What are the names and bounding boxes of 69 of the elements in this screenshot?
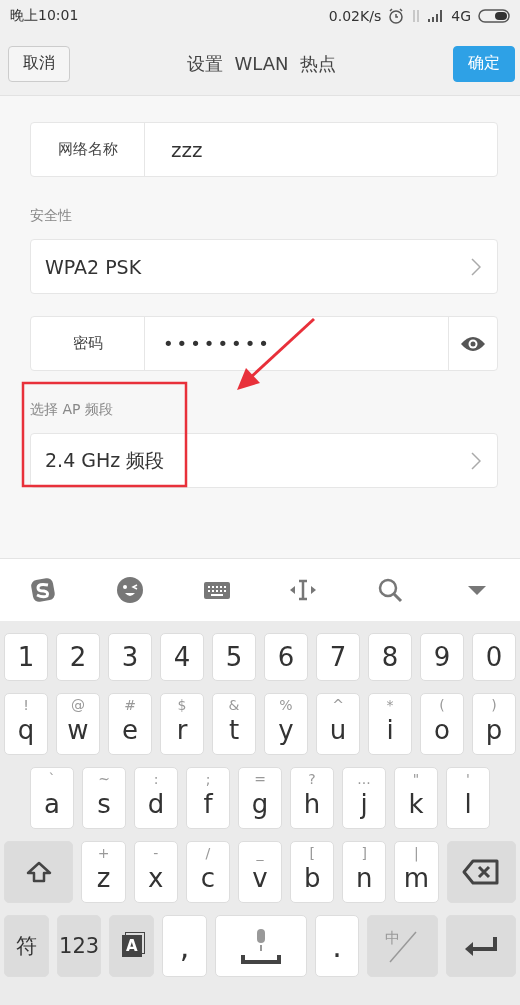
key[interactable]: 符 bbox=[4, 915, 49, 977]
signal-icon bbox=[428, 10, 445, 22]
key[interactable]: ~ s bbox=[82, 767, 126, 829]
key[interactable]: 7 bbox=[316, 633, 360, 681]
key[interactable]: 4 bbox=[160, 633, 204, 681]
key[interactable]: / c bbox=[185, 841, 230, 903]
key[interactable]: 6 bbox=[264, 633, 308, 681]
shift-key[interactable] bbox=[4, 841, 74, 903]
chevron-icon bbox=[471, 451, 481, 470]
space-key[interactable] bbox=[214, 915, 307, 977]
data-transfer-icon bbox=[411, 9, 422, 23]
shift-icon bbox=[24, 860, 53, 884]
key[interactable]: ` a bbox=[30, 767, 74, 829]
key[interactable]: ] n bbox=[342, 841, 387, 903]
key[interactable]: " k bbox=[394, 767, 438, 829]
section-label: 安全性 bbox=[30, 207, 73, 225]
key[interactable]: 2 bbox=[56, 633, 100, 681]
key[interactable]: 9 bbox=[420, 633, 464, 681]
text-field[interactable]: 网络名称 zzz bbox=[30, 122, 498, 177]
field-label: 网络名称 bbox=[31, 123, 145, 176]
key[interactable]: 8 bbox=[368, 633, 412, 681]
key[interactable]: + z bbox=[81, 841, 126, 903]
key[interactable]: - x bbox=[133, 841, 178, 903]
key[interactable]: : d bbox=[134, 767, 178, 829]
chevron-icon bbox=[471, 257, 481, 276]
alarm-icon bbox=[388, 8, 405, 24]
select-field[interactable]: WPA2 PSK bbox=[30, 239, 498, 294]
key[interactable]: 3 bbox=[108, 633, 152, 681]
page-title: 设置 WLAN 热点 bbox=[187, 51, 336, 76]
key[interactable]: ( o bbox=[420, 693, 464, 755]
key[interactable]: ... j bbox=[342, 767, 386, 829]
network-type: 4G bbox=[451, 8, 471, 24]
emoji-icon[interactable] bbox=[115, 575, 145, 605]
key[interactable]: ' l bbox=[446, 767, 490, 829]
key[interactable]: ? h bbox=[290, 767, 334, 829]
key[interactable]: 123 bbox=[56, 915, 102, 977]
key[interactable]: % y bbox=[264, 693, 308, 755]
key[interactable]: # e bbox=[108, 693, 152, 755]
key[interactable]: ; f bbox=[186, 767, 230, 829]
key[interactable]: , bbox=[162, 915, 207, 977]
eye-icon[interactable] bbox=[460, 334, 486, 353]
key[interactable]: [ b bbox=[290, 841, 335, 903]
select-field[interactable]: 2.4 GHz 频段 bbox=[30, 433, 498, 488]
key[interactable]: | m bbox=[394, 841, 439, 903]
password-field[interactable]: 密码 •••••••• bbox=[30, 316, 498, 371]
key[interactable]: 5 bbox=[212, 633, 256, 681]
dictionary-key[interactable]: A bbox=[109, 915, 155, 977]
cancel-button[interactable]: 取消 bbox=[8, 45, 70, 82]
key[interactable]: = g bbox=[238, 767, 282, 829]
key[interactable]: $ r bbox=[160, 693, 204, 755]
section-label: 选择 AP 频段 bbox=[30, 401, 114, 419]
key[interactable]: . bbox=[314, 915, 360, 977]
key[interactable]: ) p bbox=[472, 693, 516, 755]
battery-icon bbox=[478, 9, 510, 23]
status-time: 晚上10:01 bbox=[10, 7, 79, 25]
key[interactable]: & t bbox=[212, 693, 256, 755]
key[interactable]: 1 bbox=[4, 633, 48, 681]
key[interactable]: ^ u bbox=[316, 693, 360, 755]
key[interactable]: @ w bbox=[56, 693, 100, 755]
field-label: 密码 bbox=[31, 317, 145, 370]
microphone-icon bbox=[238, 927, 283, 965]
enter-key[interactable] bbox=[445, 915, 516, 977]
backspace-key[interactable] bbox=[446, 841, 516, 903]
network-speed: 0.02K/s bbox=[328, 8, 382, 24]
key[interactable]: * i bbox=[368, 693, 412, 755]
key[interactable]: 0 bbox=[472, 633, 516, 681]
backspace-icon bbox=[462, 859, 501, 885]
key[interactable]: ! q bbox=[4, 693, 48, 755]
key[interactable]: _ v bbox=[237, 841, 283, 903]
